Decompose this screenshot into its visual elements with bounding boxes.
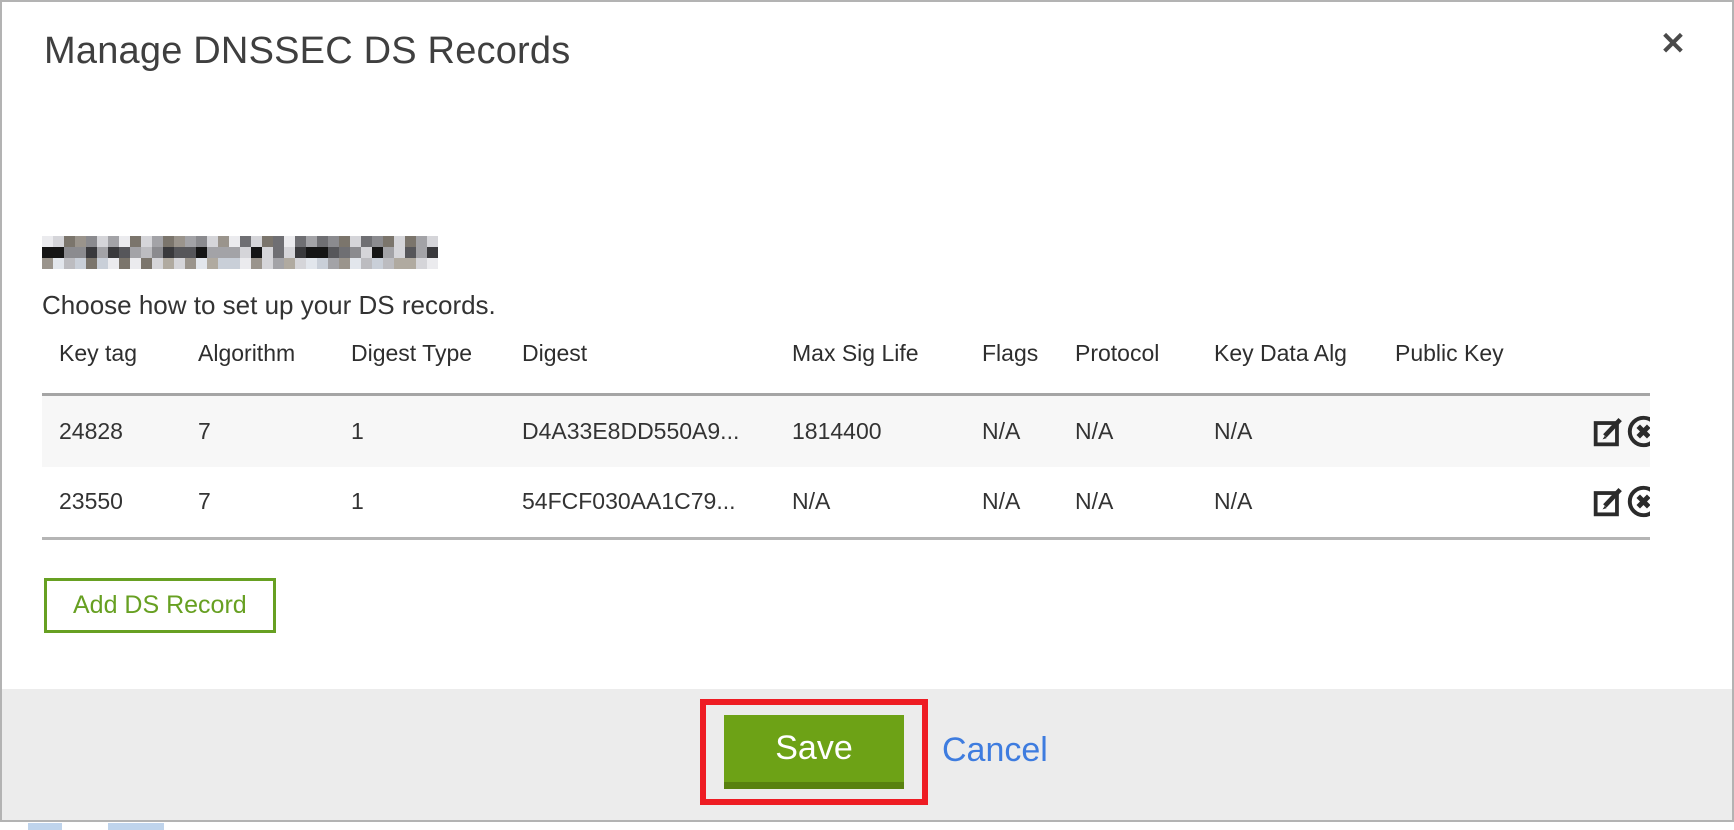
table-cell: N/A (1214, 467, 1395, 539)
table-cell: D4A33E8DD550A9... (522, 395, 792, 467)
edit-icon[interactable] (1591, 484, 1626, 519)
close-icon[interactable]: ✕ (1656, 24, 1690, 63)
table-cell: 1 (351, 395, 522, 467)
column-header: Protocol (1075, 332, 1214, 395)
save-button[interactable]: Save (724, 715, 904, 789)
column-header: Key Data Alg (1214, 332, 1395, 395)
cancel-link[interactable]: Cancel (942, 731, 1048, 770)
table-header: Key tagAlgorithmDigest TypeDigestMax Sig… (42, 332, 1650, 395)
annotation-highlight-red-box: Save (700, 699, 928, 805)
instruction-text: Choose how to set up your DS records. (42, 290, 496, 321)
ds-records-table: Key tagAlgorithmDigest TypeDigestMax Sig… (42, 332, 1650, 540)
delete-icon[interactable] (1626, 414, 1650, 449)
dnssec-modal: Manage DNSSEC DS Records ✕ Choose how to… (0, 0, 1734, 822)
table-cell: N/A (792, 467, 982, 539)
table-row: 235507154FCF030AA1C79...N/AN/AN/AN/A (42, 467, 1650, 539)
table-cell: 24828 (42, 395, 198, 467)
table-cell: N/A (1075, 395, 1214, 467)
table-cell (1395, 467, 1591, 539)
row-actions (1591, 395, 1650, 467)
column-header: Algorithm (198, 332, 351, 395)
column-header: Digest (522, 332, 792, 395)
table-cell: 7 (198, 467, 351, 539)
table-cell: 23550 (42, 467, 198, 539)
table-cell: 1814400 (792, 395, 982, 467)
table-cell: 54FCF030AA1C79... (522, 467, 792, 539)
table-cell: N/A (1214, 395, 1395, 467)
delete-icon[interactable] (1626, 484, 1650, 519)
table-cell: 1 (351, 467, 522, 539)
column-header: Digest Type (351, 332, 522, 395)
table-cell: 7 (198, 395, 351, 467)
column-header: Key tag (42, 332, 198, 395)
background-artifact (108, 823, 164, 830)
table-cell: N/A (1075, 467, 1214, 539)
redacted-domain (42, 236, 438, 269)
footer-bar: Save Cancel (2, 689, 1732, 820)
table-cell (1395, 395, 1591, 467)
add-ds-record-button[interactable]: Add DS Record (44, 578, 276, 633)
page-title: Manage DNSSEC DS Records (44, 30, 570, 73)
edit-icon[interactable] (1591, 414, 1626, 449)
table-cell: N/A (982, 467, 1075, 539)
column-header: Max Sig Life (792, 332, 982, 395)
table-row: 2482871D4A33E8DD550A9...1814400N/AN/AN/A (42, 395, 1650, 467)
background-artifact (28, 823, 62, 830)
row-actions (1591, 467, 1650, 539)
table-cell: N/A (982, 395, 1075, 467)
column-header: Flags (982, 332, 1075, 395)
column-header: Public Key (1395, 332, 1591, 395)
